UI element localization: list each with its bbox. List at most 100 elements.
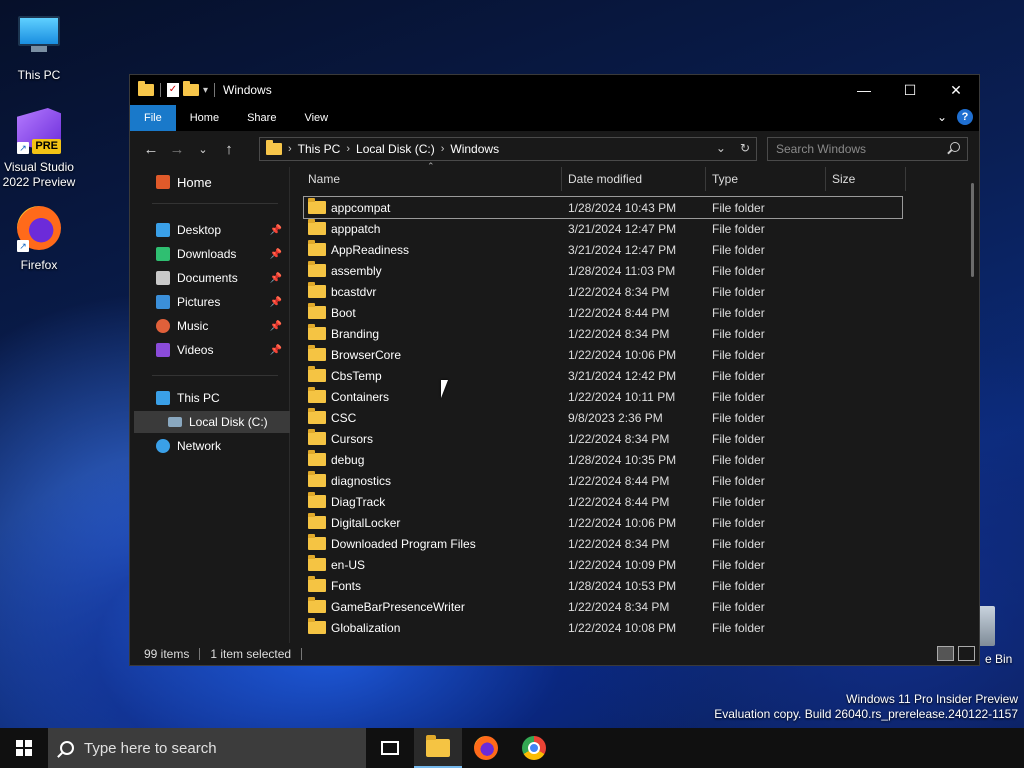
expand-ribbon-icon[interactable]: ⌄ (937, 110, 947, 124)
desktop-icon-firefox[interactable]: ↗ Firefox (1, 204, 77, 273)
table-row[interactable]: diagnostics 1/22/2024 8:44 PM File folder (304, 470, 902, 491)
maximize-button[interactable]: ☐ (887, 75, 933, 105)
back-arrow-icon[interactable]: ← (138, 141, 164, 158)
address-bar[interactable]: › This PC › Local Disk (C:) › Windows ⌄ … (259, 137, 757, 161)
taskbar-search-input[interactable] (84, 739, 344, 757)
minimize-button[interactable]: — (841, 75, 887, 105)
tab-share[interactable]: Share (233, 105, 290, 131)
file-explorer-icon (426, 735, 450, 757)
nav-item-pictures[interactable]: Pictures 📌 (130, 291, 286, 313)
pin-icon[interactable]: 📌 (270, 273, 282, 284)
watermark-line-2: Evaluation copy. Build 26040.rs_prerelea… (714, 707, 1018, 721)
address-dropdown-icon[interactable]: ⌄ (716, 141, 726, 155)
table-row[interactable]: CSC 9/8/2023 2:36 PM File folder (304, 407, 902, 428)
breadcrumb-local-disk[interactable]: Local Disk (C:) (356, 142, 435, 156)
column-size[interactable]: Size (826, 167, 906, 191)
table-row[interactable]: Globalization 1/22/2024 10:08 PM File fold… (304, 617, 902, 638)
table-row[interactable]: Boot 1/22/2024 8:44 PM File folder (304, 302, 902, 323)
tab-view[interactable]: View (290, 105, 342, 131)
table-row[interactable]: Downloaded Program Files 1/22/2024 8:34 P… (304, 533, 902, 554)
large-icons-view-icon[interactable] (958, 646, 975, 661)
table-row[interactable]: DiagTrack 1/22/2024 8:44 PM File folder (304, 491, 902, 512)
type-cell: File folder (712, 305, 765, 320)
nav-item-videos[interactable]: Videos 📌 (130, 339, 286, 361)
table-row[interactable]: bcastdvr 1/22/2024 8:34 PM File folder (304, 281, 902, 302)
table-row[interactable]: apppatch 3/21/2024 12:47 PM File folder (304, 218, 902, 239)
table-row[interactable]: BrowserCore 1/22/2024 10:06 PM File folder (304, 344, 902, 365)
taskbar-chrome[interactable] (510, 728, 558, 768)
details-view-icon[interactable] (937, 646, 954, 661)
forward-arrow-icon[interactable]: → (164, 141, 190, 158)
refresh-icon[interactable]: ↻ (740, 141, 750, 155)
type-cell: File folder (712, 200, 765, 215)
nav-item-label: Pictures (177, 295, 221, 309)
table-row[interactable]: Containers 1/22/2024 10:11 PM File folder (304, 386, 902, 407)
table-row[interactable]: Fonts 1/28/2024 10:53 PM File folder (304, 575, 902, 596)
nav-item-documents[interactable]: Documents 📌 (130, 267, 286, 289)
column-date-modified[interactable]: Date modified (562, 167, 706, 191)
quick-access-toolbar: ✓ ▾ (130, 81, 217, 97)
taskbar-search[interactable] (48, 728, 366, 768)
close-button[interactable]: ✕ (933, 75, 979, 105)
table-row[interactable]: GameBarPresenceWriter 1/22/2024 8:34 PM Fi… (304, 596, 902, 617)
table-row[interactable]: debug 1/28/2024 10:35 PM File folder (304, 449, 902, 470)
file-name-cell: appcompat (308, 198, 390, 215)
file-name: bcastdvr (331, 284, 377, 299)
up-arrow-icon[interactable]: ↑ (216, 141, 242, 158)
nav-item-music[interactable]: Music 📌 (130, 315, 286, 337)
properties-icon[interactable]: ✓ (167, 83, 179, 97)
folder-icon (308, 555, 326, 571)
nav-item-network[interactable]: Network (130, 435, 286, 457)
explorer-body: Home Desktop 📌 Downloads 📌 Documents 📌 P (130, 161, 979, 643)
tab-home[interactable]: Home (176, 105, 233, 131)
title-bar[interactable]: ✓ ▾ Windows — ☐ ✕ (130, 75, 979, 105)
tab-file[interactable]: File (130, 105, 176, 131)
vertical-scrollbar[interactable] (971, 183, 974, 277)
nav-item-label: Local Disk (C:) (189, 415, 268, 429)
nav-item-local-disk[interactable]: Local Disk (C:) (134, 411, 290, 433)
table-row[interactable]: AppReadiness 3/21/2024 12:47 PM File folde… (304, 239, 902, 260)
desktop-icon-label: Visual Studio 2022 Preview (2, 160, 76, 189)
search-box[interactable] (767, 137, 968, 161)
table-row[interactable]: DigitalLocker 1/22/2024 10:06 PM File fold… (304, 512, 902, 533)
nav-item-desktop[interactable]: Desktop 📌 (130, 219, 286, 241)
pin-icon[interactable]: 📌 (270, 345, 282, 356)
folder-icon (308, 219, 326, 235)
taskbar-file-explorer[interactable] (414, 728, 462, 768)
home-icon (156, 175, 170, 189)
table-row[interactable]: assembly 1/28/2024 11:03 PM File folder (304, 260, 902, 281)
pin-icon[interactable]: 📌 (270, 321, 282, 332)
breadcrumb-windows[interactable]: Windows (450, 142, 499, 156)
folder-icon (308, 618, 326, 634)
pin-icon[interactable]: 📌 (270, 225, 282, 236)
table-row[interactable]: CbsTemp 3/21/2024 12:42 PM File folder (304, 365, 902, 386)
nav-item-downloads[interactable]: Downloads 📌 (130, 243, 286, 265)
taskbar-firefox[interactable] (462, 728, 510, 768)
file-rows: appcompat 1/28/2024 10:43 PM File folder ap… (303, 196, 903, 638)
nav-item-home[interactable]: Home (130, 171, 286, 193)
new-folder-icon[interactable] (183, 81, 199, 96)
date-modified-cell: 1/22/2024 8:44 PM (568, 473, 670, 488)
network-icon (156, 439, 170, 453)
customize-toolbar-icon[interactable]: ▾ (203, 85, 208, 96)
search-input[interactable] (768, 138, 938, 160)
breadcrumb-this-pc[interactable]: This PC (298, 142, 341, 156)
task-view-button[interactable] (366, 728, 414, 768)
pin-icon[interactable]: 📌 (270, 249, 282, 260)
start-button[interactable] (0, 728, 48, 768)
table-row[interactable]: en-US 1/22/2024 10:09 PM File folder (304, 554, 902, 575)
date-modified-cell: 1/22/2024 10:06 PM (568, 515, 677, 530)
recent-locations-chevron-icon[interactable]: ⌄ (190, 143, 216, 156)
column-name[interactable]: Name (302, 167, 562, 191)
desktop-icon-visual-studio[interactable]: PRE ↗ Visual Studio 2022 Preview (1, 106, 77, 190)
type-cell: File folder (712, 620, 765, 635)
table-row[interactable]: Cursors 1/22/2024 8:34 PM File folder (304, 428, 902, 449)
nav-item-label: This PC (177, 391, 220, 405)
desktop-icon-this-pc[interactable]: This PC (1, 10, 77, 83)
table-row[interactable]: Branding 1/22/2024 8:34 PM File folder (304, 323, 902, 344)
table-row[interactable]: appcompat 1/28/2024 10:43 PM File folder (303, 196, 903, 219)
column-type[interactable]: Type (706, 167, 826, 191)
pin-icon[interactable]: 📌 (270, 297, 282, 308)
help-icon[interactable]: ? (957, 109, 973, 125)
nav-item-this-pc[interactable]: This PC (130, 387, 286, 409)
